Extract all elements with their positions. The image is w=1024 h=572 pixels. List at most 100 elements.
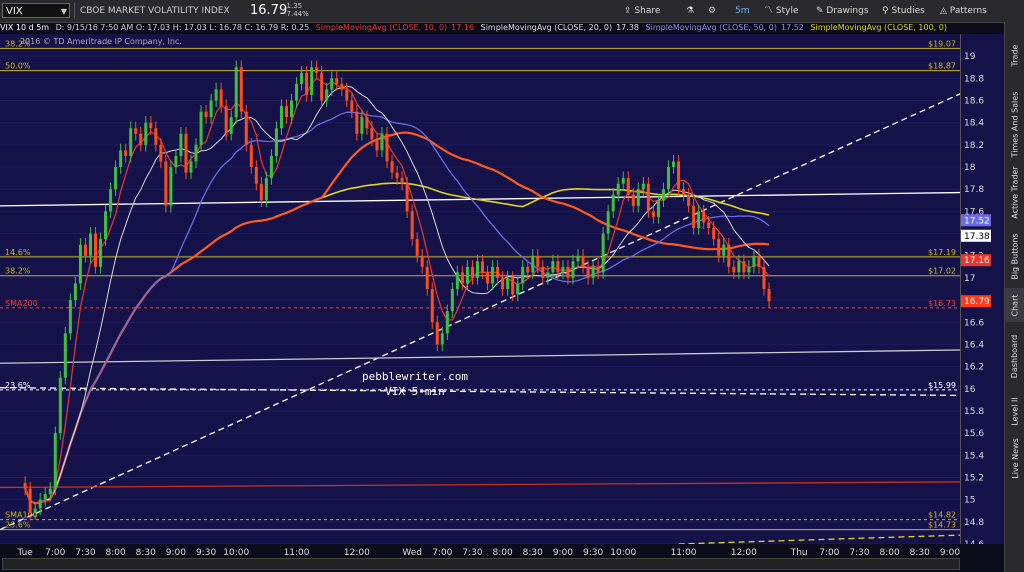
candle-up <box>109 189 113 212</box>
side-tab-level-ii[interactable]: Level II <box>1005 390 1024 432</box>
candle-down <box>496 266 500 278</box>
price-axis[interactable]: 14.614.81515.215.415.615.81616.216.416.6… <box>960 34 1005 550</box>
side-tab-trade[interactable]: Trade <box>1005 22 1024 88</box>
time-tick-label: 8:00 <box>105 548 125 558</box>
candle-down <box>415 239 419 256</box>
sma20-line <box>24 85 770 504</box>
change-value: -1.35 <box>284 2 303 10</box>
chart-scrollbar[interactable] <box>2 558 960 570</box>
rising-support-dashed <box>0 93 960 531</box>
chevron-down-icon[interactable]: ▼ <box>61 4 67 19</box>
candle-down <box>541 266 545 278</box>
pencil-icon: ✎ <box>816 6 827 16</box>
candle-down <box>481 261 485 273</box>
candle-down <box>430 289 434 323</box>
candle-down <box>425 266 429 289</box>
candle-up <box>209 100 213 118</box>
settings-icon[interactable]: ⚙ <box>708 0 716 22</box>
candle-down <box>460 272 464 284</box>
side-tab-chart[interactable]: Chart <box>1005 288 1024 322</box>
side-tab-times-and-sales[interactable]: Times And Sales <box>1005 88 1024 160</box>
candle-up <box>194 144 198 162</box>
candle-down <box>717 239 721 256</box>
price-tick-label: 18.6 <box>964 97 984 107</box>
time-tick-label: 8:30 <box>910 548 930 558</box>
price-chart-svg[interactable]: 38.2% $19.0750.0% $18.8714.6% $17.1938.2% $1… <box>0 34 960 544</box>
candle-up <box>73 283 77 301</box>
symbol-value: VIX <box>6 6 23 17</box>
candle-down <box>646 183 650 212</box>
candle-down <box>762 266 766 289</box>
level-label: SMA200 <box>5 299 38 308</box>
sma10-label[interactable]: SimpleMovingAvg (CLOSE, 10, 0) <box>316 23 447 32</box>
flask-icon[interactable]: ⚗ <box>686 0 694 22</box>
time-tick-label: Thu <box>790 548 808 558</box>
side-tab-dashboard[interactable]: Dashboard <box>1005 322 1024 390</box>
price-tick-label: 18 <box>964 163 976 173</box>
candle-down <box>370 128 374 140</box>
candle-up <box>546 272 550 278</box>
candle-up <box>104 211 108 240</box>
candle-down <box>395 172 399 179</box>
candle-down <box>305 72 309 95</box>
drawings-button[interactable]: ✎ Drawings <box>816 0 869 22</box>
candle-down <box>23 483 27 489</box>
copyright-text: 2016 © TD Ameritrade IP Company, Inc. <box>20 37 182 46</box>
studies-button[interactable]: ⚲ Studies <box>882 0 925 22</box>
price-tick-label: 19 <box>964 52 976 62</box>
sma100-label[interactable]: SimpleMovingAvg (CLOSE, 100, 0) <box>810 23 947 32</box>
candle-up <box>174 155 178 168</box>
candle-down <box>742 261 746 273</box>
candle-down <box>350 100 354 112</box>
candle-up <box>169 167 173 206</box>
candle-up <box>616 183 620 195</box>
ohlc-readout: D: 9/15/16 7:50 AM O: 17.03 H: 17.03 L: … <box>55 23 310 32</box>
share-button[interactable]: ⇪ Share <box>624 0 660 22</box>
candle-up <box>672 161 676 168</box>
candle-up <box>229 117 233 134</box>
candle-down <box>702 211 706 223</box>
candle-up <box>656 200 660 217</box>
candle-down <box>732 266 736 273</box>
candle-up <box>752 255 756 267</box>
side-tab-big-buttons[interactable]: Big Buttons <box>1005 224 1024 288</box>
timeframe-button[interactable]: 5m <box>735 0 750 22</box>
candle-up <box>290 100 294 118</box>
sma50-value: 17.52 <box>780 23 804 32</box>
candle-up <box>445 311 449 334</box>
candle-down <box>556 261 560 273</box>
candle-up <box>465 266 469 284</box>
candle-down <box>335 78 339 84</box>
side-tab-label: Level II <box>1010 396 1020 426</box>
level-label: 50.0% <box>5 62 31 71</box>
candle-up <box>551 261 555 273</box>
chart-plot-area[interactable]: 38.2% $19.07 50.0% $18.87 14.6% $17.19 38.2% $1… <box>0 34 960 544</box>
time-tick-label: 8:00 <box>880 548 900 558</box>
candle-down <box>586 266 590 278</box>
price-tick-label: 15.4 <box>964 451 984 461</box>
side-tab-active-trader[interactable]: Active Trader <box>1005 160 1024 224</box>
price-tick-label: 16 <box>964 385 976 395</box>
candle-down <box>385 133 389 162</box>
price-axis-svg: 14.614.81515.215.415.615.81616.216.416.6… <box>961 52 991 550</box>
candle-up <box>234 67 238 118</box>
patterns-button[interactable]: ◬ Patterns <box>940 0 987 22</box>
candle-down <box>692 205 696 229</box>
symbol-input[interactable]: VIX ▼ <box>2 3 70 18</box>
candle-down <box>139 133 143 145</box>
sma20-label[interactable]: SimpleMovingAvg (CLOSE, 20, 0) <box>481 23 612 32</box>
candle-down <box>712 228 716 240</box>
time-tick-label: 7:00 <box>819 548 839 558</box>
red-line <box>0 481 960 489</box>
sma50-label[interactable]: SimpleMovingAvg (CLOSE, 50, 0) <box>646 23 777 32</box>
side-tab-label: Trade <box>1010 44 1020 66</box>
candle-up <box>561 266 565 273</box>
patterns-label: Patterns <box>949 6 987 16</box>
price-tick-label: 16.6 <box>964 318 984 328</box>
price-change: -1.35 -7.44% <box>284 2 309 18</box>
share-icon: ⇪ <box>624 6 635 16</box>
style-button[interactable]: 〽 Style <box>764 0 798 22</box>
candle-up <box>747 266 751 273</box>
side-tab-live-news[interactable]: Live News <box>1005 432 1024 484</box>
candle-down <box>365 117 369 129</box>
